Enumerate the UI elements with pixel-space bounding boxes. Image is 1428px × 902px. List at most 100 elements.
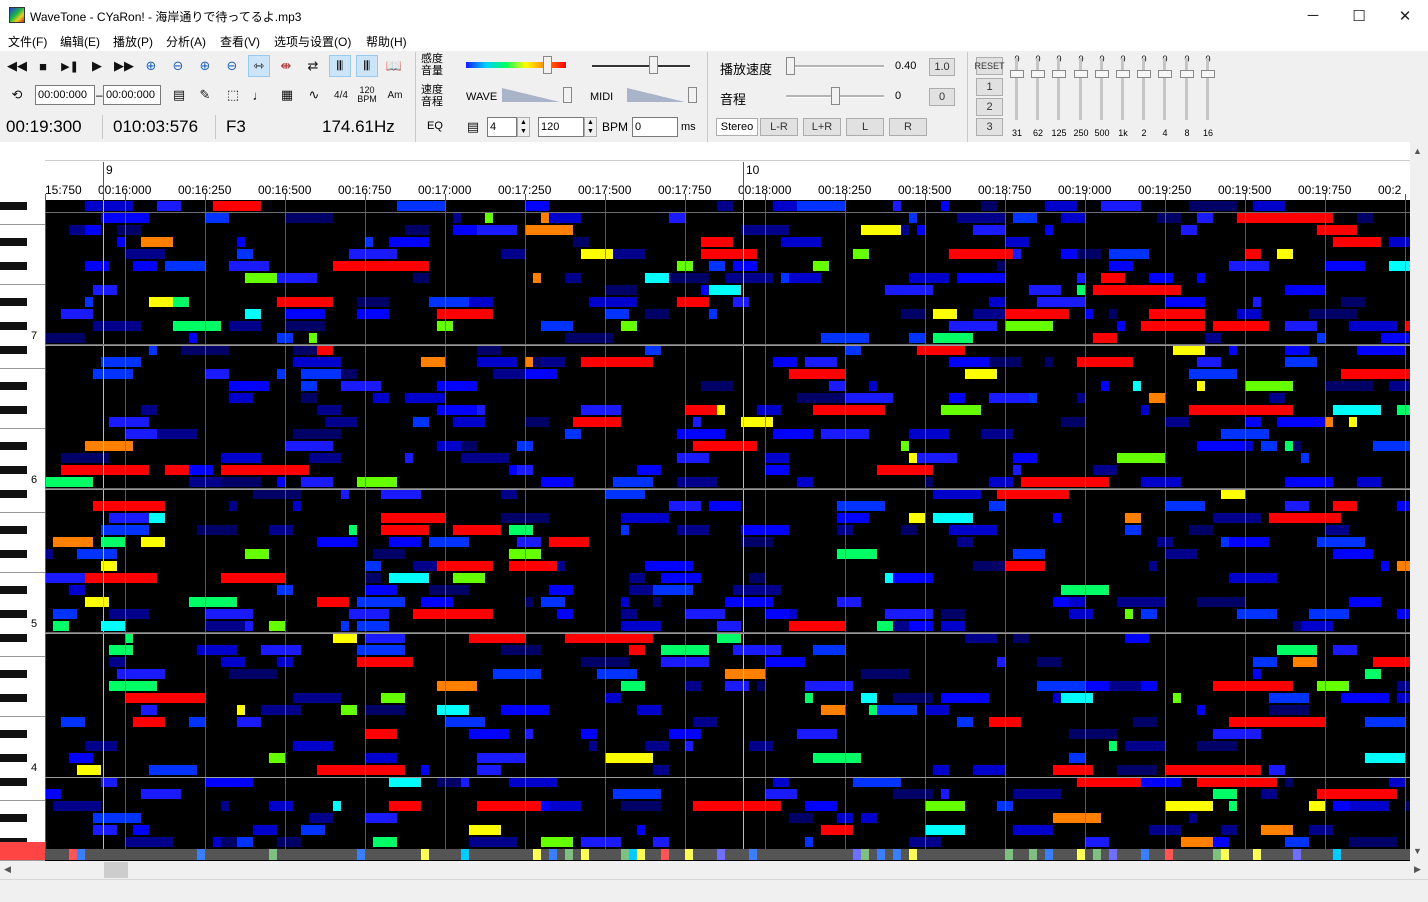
zoom-in-v-button[interactable]: ⊕ [194,55,216,77]
wave-view-button[interactable]: 𝄃𝄃 [329,55,351,77]
piano-black-key[interactable] [0,322,27,330]
swap-button[interactable]: ⇄ [302,55,324,77]
volume-slider-track[interactable] [592,65,690,68]
piano-black-key[interactable] [0,694,27,702]
menu-view[interactable]: 查看(V) [220,33,260,50]
maximize-button[interactable]: ☐ [1336,0,1382,31]
bpm-spinner[interactable]: ▲ ▼ [584,117,597,137]
book-button[interactable]: 📖 [383,55,405,77]
waveform-button[interactable]: ∿ [303,84,325,106]
eq-slider-125[interactable] [1052,58,1066,120]
eq-slider-knob[interactable] [1158,70,1172,78]
minimize-button[interactable]: ─ [1290,0,1336,31]
menu-analyze[interactable]: 分析(A) [166,33,206,50]
loop-button[interactable]: ⟲ [6,84,28,106]
beats-icon-button[interactable]: ▤ [462,116,484,138]
right-channel-button[interactable]: R [889,118,927,136]
midi-volume-thumb[interactable] [688,87,697,103]
pitch-slider-thumb[interactable] [831,87,840,105]
sensitivity-slider-thumb[interactable] [543,56,552,74]
pitch-reset-button[interactable]: 0 [929,88,955,106]
eq-slider-knob[interactable] [1116,70,1130,78]
l-plus-r-button[interactable]: L+R [803,118,841,136]
stereo-button[interactable]: Stereo [716,118,758,136]
piano-black-key[interactable] [0,298,27,306]
zoom-out-h-button[interactable]: ⊖ [167,55,189,77]
stop-button[interactable]: ■ [32,55,54,77]
eq-preset-2-button[interactable]: 2 [976,98,1003,116]
eq-slider-4[interactable] [1158,58,1172,120]
speed-slider-thumb[interactable] [786,57,795,75]
eq-slider-knob[interactable] [1095,70,1109,78]
piano-black-key[interactable] [0,814,27,822]
l-minus-r-button[interactable]: L-R [760,118,798,136]
piano-black-key[interactable] [0,262,27,270]
piano-black-key[interactable] [0,490,27,498]
eq-slider-knob[interactable] [1180,70,1194,78]
eq-slider-250[interactable] [1074,58,1088,120]
select-button[interactable]: ⬚ [222,84,244,106]
note-button[interactable]: ♩ [248,84,270,106]
eq-slider-500[interactable] [1095,58,1109,120]
piano-keyboard[interactable]: 7 6 5 4 [0,200,45,861]
fit-h-button[interactable]: ⇿ [248,55,270,77]
eq-slider-knob[interactable] [1201,70,1215,78]
zoom-out-v-button[interactable]: ⊖ [221,55,243,77]
scroll-left-icon[interactable]: ◀ [4,864,11,875]
eq-slider-31[interactable] [1010,58,1024,120]
loop-start-input[interactable]: 00:00:000 [35,85,95,105]
piano-black-key[interactable] [0,610,27,618]
eq-slider-knob[interactable] [1137,70,1151,78]
eq-slider-knob[interactable] [1074,70,1088,78]
grid-button[interactable]: ▦ [276,84,298,106]
eq-slider-knob[interactable] [1031,70,1045,78]
bpm-input[interactable]: 120 [538,117,584,137]
speed-slider-track[interactable] [786,65,884,68]
piano-black-key[interactable] [0,202,27,210]
menu-options[interactable]: 选项与设置(O) [274,33,351,50]
wave-volume-thumb[interactable] [563,87,572,103]
piano-black-key[interactable] [0,778,27,786]
eq-slider-8[interactable] [1180,58,1194,120]
piano-black-key[interactable] [0,406,27,414]
fit-v-button[interactable]: ⇼ [275,55,297,77]
menu-edit[interactable]: 编辑(E) [60,33,100,50]
beats-input[interactable]: 4 [487,117,517,137]
close-button[interactable]: ✕ [1382,0,1428,31]
volume-slider-thumb[interactable] [649,56,658,74]
eq-preset-1-button[interactable]: 1 [976,78,1003,96]
piano-black-key[interactable] [0,754,27,762]
piano-black-key[interactable] [0,550,27,558]
wave-view-alt-button[interactable]: 𝄃𝄃 [356,55,378,77]
eq-slider-62[interactable] [1031,58,1045,120]
piano-black-key[interactable] [0,526,27,534]
spectrogram-grid[interactable] [45,200,1410,860]
beats-spinner[interactable]: ▲ ▼ [517,117,530,137]
piano-black-key[interactable] [0,586,27,594]
eq-slider-2[interactable] [1137,58,1151,120]
piano-black-key[interactable] [0,670,27,678]
menu-play[interactable]: 播放(P) [113,33,153,50]
pause-button[interactable]: ▶❚ [59,55,81,77]
time-signature-button[interactable]: 4/4 [330,84,352,106]
piano-black-key[interactable] [0,466,27,474]
eq-reset-button[interactable]: RESET [975,57,1005,75]
eq-slider-1k[interactable] [1116,58,1130,120]
time-ruler[interactable]: 15:750 00:16:000 00:16:250 00:16:500 00:16:7… [45,142,1410,201]
piano-black-key[interactable] [0,730,27,738]
piano-black-key[interactable] [0,382,27,390]
bpm-button[interactable]: 120 BPM [356,84,378,106]
scroll-right-icon[interactable]: ▶ [1414,864,1421,875]
horizontal-scrollbar[interactable]: ◀ ▶ [0,861,1428,879]
piano-black-key[interactable] [0,346,27,354]
scroll-up-icon[interactable]: ▲ [1413,146,1422,156]
piano-black-key[interactable] [0,634,27,642]
offset-input[interactable]: 0 [632,117,678,137]
fast-forward-button[interactable]: ▶▶ [113,55,135,77]
key-button[interactable]: Am [384,84,406,106]
play-button[interactable]: ▶ [86,55,108,77]
rewind-button[interactable]: ◀◀ [6,55,28,77]
vertical-scrollbar[interactable]: ▲ ▼ [1410,142,1428,861]
eq-preset-3-button[interactable]: 3 [976,118,1003,136]
menu-help[interactable]: 帮助(H) [366,33,407,50]
